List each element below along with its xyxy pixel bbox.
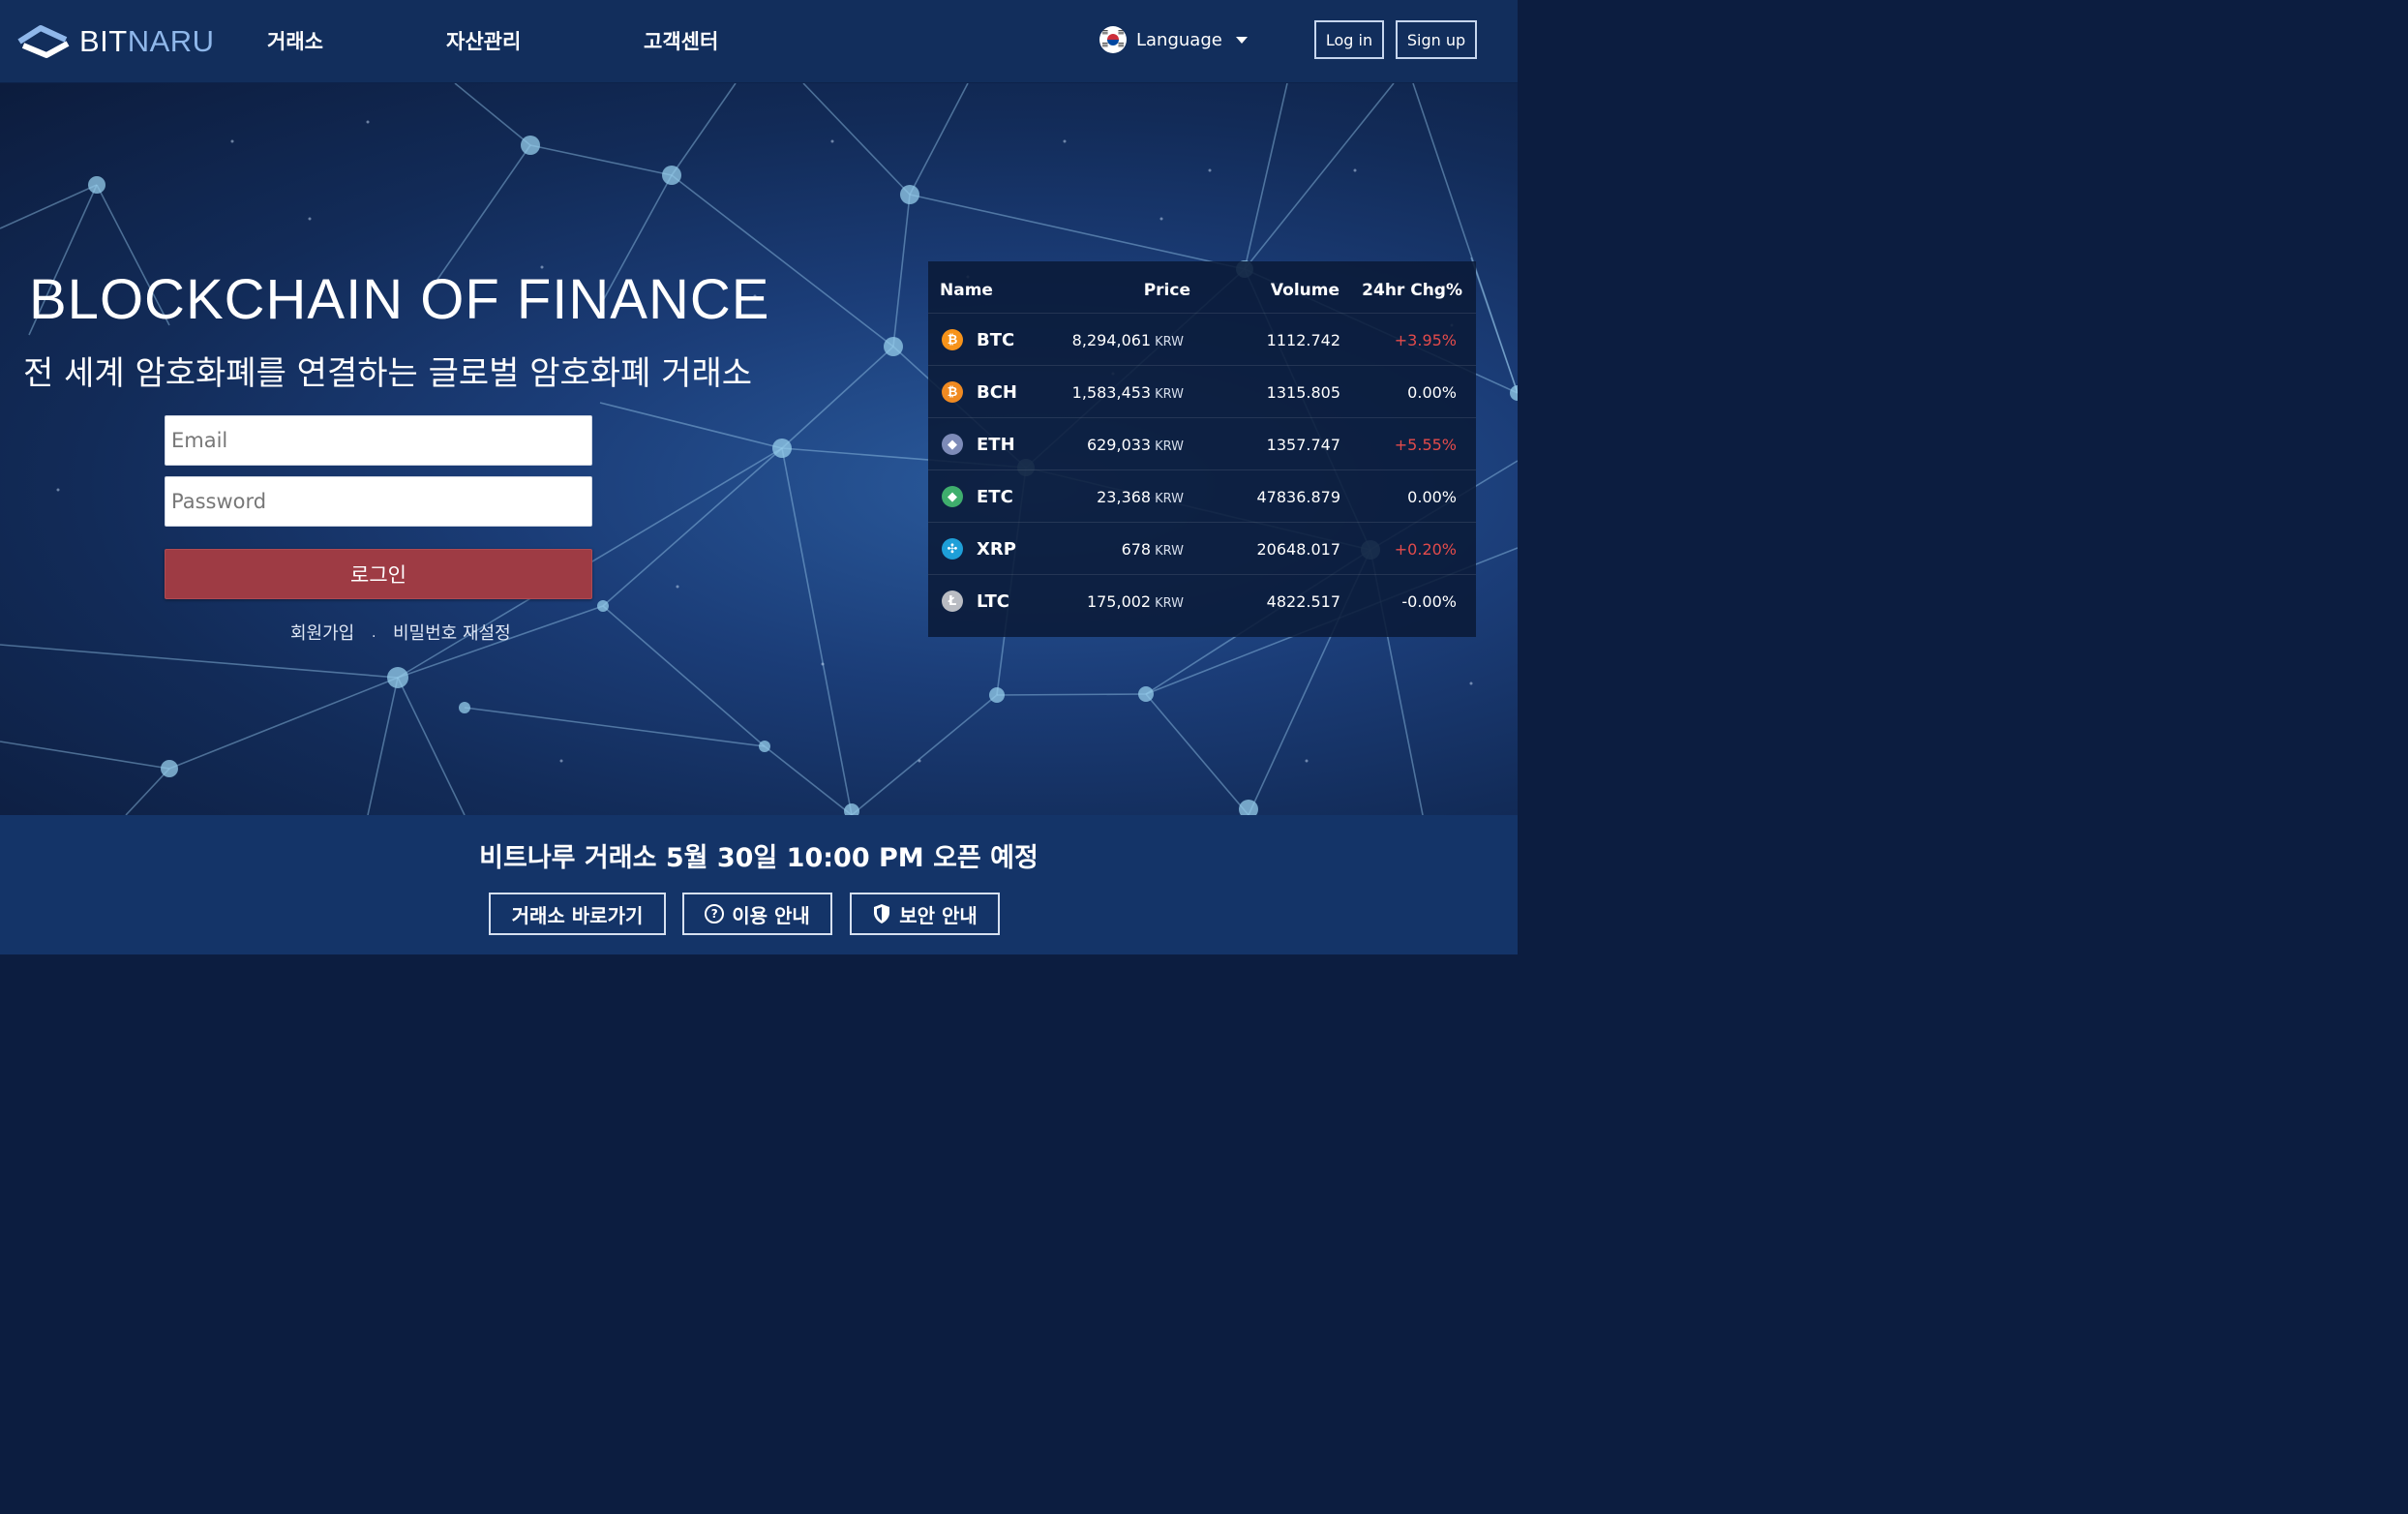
coin-symbol: LTC bbox=[977, 591, 1009, 612]
header-volume: Volume bbox=[1270, 281, 1339, 300]
shield-icon bbox=[874, 904, 890, 924]
hero-section: BLOCKCHAIN OF FINANCE 전 세계 암호화폐를 연결하는 글로… bbox=[0, 83, 1518, 815]
coin-price-value: 8,294,061 bbox=[1071, 331, 1152, 349]
coin-symbol: ETH bbox=[977, 435, 1015, 455]
market-price-table: Name Price Volume 24hr Chg% ₿ BTC 8,294,06… bbox=[928, 261, 1476, 637]
price-unit: KRW bbox=[1155, 596, 1184, 611]
reset-password-link[interactable]: 비밀번호 재설정 bbox=[393, 620, 511, 645]
coin-volume: 47836.879 bbox=[1256, 488, 1340, 506]
coin-volume: 20648.017 bbox=[1256, 540, 1340, 559]
table-row[interactable]: ◆ ETH 629,033 KRW 1357.747 +5.55% bbox=[928, 418, 1476, 470]
nav-asset-management[interactable]: 자산관리 bbox=[446, 26, 521, 55]
coin-symbol: XRP bbox=[977, 539, 1016, 560]
go-to-exchange-label: 거래소 바로가기 bbox=[511, 903, 644, 927]
header-change: 24hr Chg% bbox=[1362, 281, 1462, 300]
coin-price-value: 1,583,453 bbox=[1071, 383, 1152, 402]
nav-customer-center[interactable]: 고객센터 bbox=[644, 26, 718, 55]
login-button[interactable]: Log in bbox=[1314, 20, 1384, 59]
hero-login-button[interactable]: 로그인 bbox=[165, 549, 592, 599]
coin-price-value: 629,033 bbox=[1086, 436, 1152, 454]
bitcoin-cash-icon: ₿ bbox=[942, 381, 963, 403]
coin-price: 8,294,061 KRW bbox=[1072, 331, 1184, 349]
top-navigation-bar: BITNARU 거래소 자산관리 고객센터 ≡ ≡ ≡ ≡ Language L… bbox=[0, 0, 1518, 83]
table-row[interactable]: Ł LTC 175,002 KRW 4822.517 -0.00% bbox=[928, 575, 1476, 627]
coin-volume: 1315.805 bbox=[1266, 383, 1340, 402]
logo-mark-icon bbox=[17, 25, 70, 58]
coin-price: 1,583,453 KRW bbox=[1072, 383, 1184, 402]
email-input[interactable] bbox=[165, 415, 592, 466]
price-unit: KRW bbox=[1155, 335, 1184, 349]
coin-price: 678 KRW bbox=[1122, 540, 1184, 559]
table-row[interactable]: ₿ BTC 8,294,061 KRW 1112.742 +3.95% bbox=[928, 314, 1476, 366]
ripple-icon: ✣ bbox=[942, 538, 963, 560]
ethereum-icon: ◆ bbox=[942, 434, 963, 455]
link-separator: . bbox=[372, 625, 376, 641]
coin-price-value: 678 bbox=[1121, 540, 1152, 559]
logo-text-bit: BIT bbox=[79, 23, 128, 58]
coin-change: +0.20% bbox=[1394, 540, 1457, 559]
bitcoin-icon: ₿ bbox=[942, 329, 963, 350]
header-name: Name bbox=[940, 281, 993, 300]
price-unit: KRW bbox=[1155, 439, 1184, 454]
korea-flag-icon: ≡ ≡ ≡ ≡ bbox=[1099, 26, 1127, 53]
coin-symbol: BCH bbox=[977, 382, 1017, 403]
table-row[interactable]: ₿ BCH 1,583,453 KRW 1315.805 0.00% bbox=[928, 366, 1476, 418]
coin-symbol: BTC bbox=[977, 330, 1015, 350]
security-guide-label: 보안 안내 bbox=[899, 903, 978, 927]
chevron-down-icon bbox=[1235, 36, 1248, 44]
coin-symbol: ETC bbox=[977, 487, 1013, 507]
coin-change: 0.00% bbox=[1407, 488, 1457, 506]
logo-text-naru: NARU bbox=[127, 23, 215, 58]
question-circle-icon: ? bbox=[705, 904, 725, 924]
table-header-row: Name Price Volume 24hr Chg% bbox=[928, 261, 1476, 314]
nav-exchange[interactable]: 거래소 bbox=[267, 26, 323, 55]
password-input[interactable] bbox=[165, 476, 592, 527]
coin-volume: 1357.747 bbox=[1266, 436, 1340, 454]
price-unit: KRW bbox=[1155, 387, 1184, 402]
price-unit: KRW bbox=[1155, 544, 1184, 559]
signup-link[interactable]: 회원가입 bbox=[290, 620, 354, 645]
coin-change: +3.95% bbox=[1394, 331, 1457, 349]
header-price: Price bbox=[1143, 281, 1190, 300]
notice-section: 비트나루 거래소 5월 30일 10:00 PM 오픈 예정 거래소 바로가기 … bbox=[0, 815, 1518, 954]
language-selector[interactable]: ≡ ≡ ≡ ≡ Language bbox=[1099, 26, 1248, 53]
signup-button[interactable]: Sign up bbox=[1396, 20, 1477, 59]
hero-subtitle: 전 세계 암호화폐를 연결하는 글로벌 암호화폐 거래소 bbox=[23, 354, 753, 393]
bitnaru-logo[interactable]: BITNARU bbox=[15, 21, 215, 60]
logo-text: BITNARU bbox=[79, 26, 215, 56]
go-to-exchange-button[interactable]: 거래소 바로가기 bbox=[489, 893, 666, 935]
coin-volume: 1112.742 bbox=[1266, 331, 1340, 349]
usage-guide-label: 이용 안내 bbox=[732, 903, 810, 927]
language-label: Language bbox=[1136, 29, 1222, 50]
table-row[interactable]: ✣ XRP 678 KRW 20648.017 +0.20% bbox=[928, 523, 1476, 575]
coin-price-value: 175,002 bbox=[1086, 592, 1152, 611]
security-guide-button[interactable]: 보안 안내 bbox=[850, 893, 1000, 935]
coin-change: +5.55% bbox=[1394, 436, 1457, 454]
usage-guide-button[interactable]: ? 이용 안내 bbox=[682, 893, 832, 935]
coin-volume: 4822.517 bbox=[1266, 592, 1340, 611]
coin-price: 629,033 KRW bbox=[1087, 436, 1184, 454]
hero-title: BLOCKCHAIN OF FINANCE bbox=[29, 268, 770, 331]
coin-change: 0.00% bbox=[1407, 383, 1457, 402]
opening-notice: 비트나루 거래소 5월 30일 10:00 PM 오픈 예정 bbox=[479, 843, 1038, 873]
coin-change: -0.00% bbox=[1401, 592, 1457, 611]
litecoin-icon: Ł bbox=[942, 590, 963, 612]
coin-price: 23,368 KRW bbox=[1097, 488, 1184, 506]
ethereum-classic-icon: ◆ bbox=[942, 486, 963, 507]
coin-price-value: 23,368 bbox=[1097, 488, 1152, 506]
table-row[interactable]: ◆ ETC 23,368 KRW 47836.879 0.00% bbox=[928, 470, 1476, 523]
coin-price: 175,002 KRW bbox=[1087, 592, 1184, 611]
price-unit: KRW bbox=[1155, 492, 1184, 506]
